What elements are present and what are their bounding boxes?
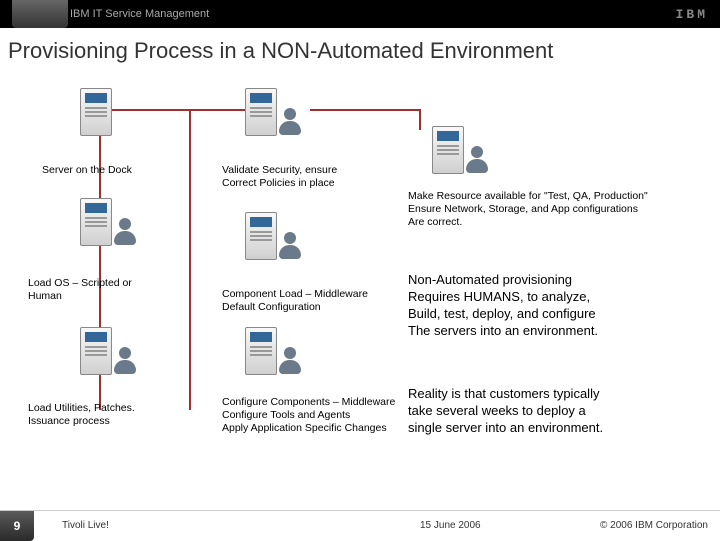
server-icon [80, 198, 122, 250]
header-title: IBM IT Service Management [70, 8, 209, 20]
footer-copyright: © 2006 IBM Corporation [600, 520, 708, 531]
step-caption: Validate Security, ensure Correct Polici… [222, 164, 337, 190]
person-icon [114, 218, 136, 244]
step-caption: Component Load – Middleware Default Conf… [222, 288, 368, 314]
page-number: 9 [0, 511, 34, 541]
server-icon [245, 327, 287, 379]
header: IBM IT Service Management IBM [0, 0, 720, 28]
footer: 9 Tivoli Live! 15 June 2006 © 2006 IBM C… [0, 510, 720, 540]
person-icon [114, 347, 136, 373]
server-icon [80, 327, 122, 379]
footer-event: Tivoli Live! [62, 520, 109, 531]
ibm-logo-icon: IBM [676, 7, 708, 22]
body-paragraph: Reality is that customers typically take… [408, 386, 603, 437]
person-icon [279, 108, 301, 134]
footer-date: 15 June 2006 [420, 520, 481, 531]
person-icon [466, 146, 488, 172]
step-caption: Load OS – Scripted or Human [28, 277, 132, 303]
person-icon [279, 347, 301, 373]
server-icon [80, 88, 122, 140]
step-caption: Load Utilities, Patches. Issuance proces… [28, 402, 135, 428]
step-caption: Make Resource available for "Test, QA, P… [408, 190, 648, 229]
slide-title: Provisioning Process in a NON-Automated … [0, 28, 720, 70]
body-paragraph: Non-Automated provisioning Requires HUMA… [408, 272, 598, 340]
slide-content: Server on the Dock Load OS – Scripted or… [0, 70, 720, 510]
person-icon [279, 232, 301, 258]
step-caption: Server on the Dock [42, 164, 132, 177]
server-icon [245, 88, 287, 140]
server-icon [432, 126, 474, 178]
header-tab [12, 0, 68, 28]
step-caption: Configure Components – Middleware Config… [222, 396, 395, 435]
server-icon [245, 212, 287, 264]
